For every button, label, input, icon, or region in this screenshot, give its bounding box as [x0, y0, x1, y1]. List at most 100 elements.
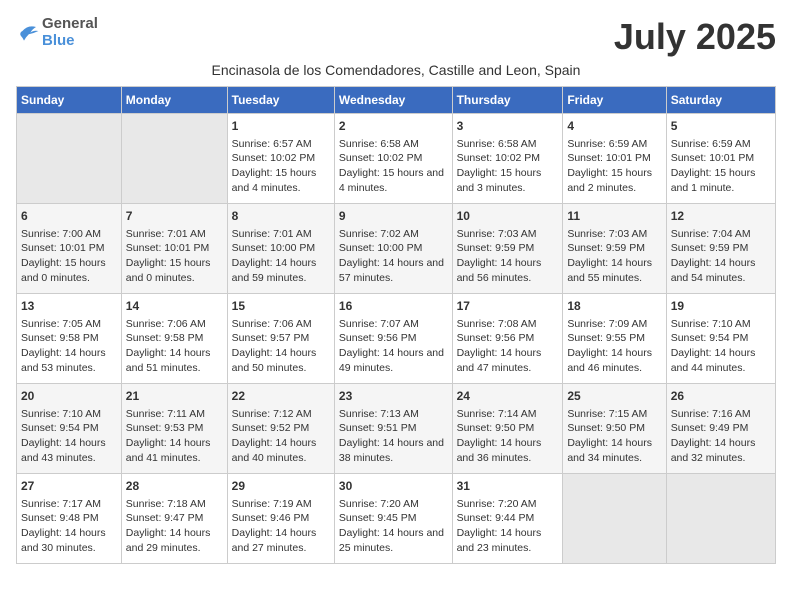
- cell-content: Sunrise: 7:04 AM: [671, 227, 771, 242]
- cell-content: Sunset: 9:47 PM: [126, 511, 223, 526]
- cell-content: Daylight: 14 hours and 25 minutes.: [339, 526, 448, 555]
- cell-content: Sunrise: 7:03 AM: [567, 227, 661, 242]
- cell-content: Sunset: 10:00 PM: [232, 241, 330, 256]
- cell-content: Sunrise: 7:19 AM: [232, 497, 330, 512]
- cell-content: Sunrise: 7:10 AM: [21, 407, 117, 422]
- cell-content: Sunset: 9:59 PM: [457, 241, 559, 256]
- cell-content: Sunrise: 7:13 AM: [339, 407, 448, 422]
- cell-content: Sunrise: 7:20 AM: [457, 497, 559, 512]
- cell-content: Daylight: 14 hours and 43 minutes.: [21, 436, 117, 465]
- cell-content: Daylight: 14 hours and 41 minutes.: [126, 436, 223, 465]
- logo-general: General: [42, 16, 98, 33]
- cell-content: Sunrise: 7:03 AM: [457, 227, 559, 242]
- calendar-week-row: 1Sunrise: 6:57 AMSunset: 10:02 PMDayligh…: [17, 114, 776, 204]
- calendar-cell: 13Sunrise: 7:05 AMSunset: 9:58 PMDayligh…: [17, 294, 122, 384]
- cell-content: Sunset: 9:50 PM: [457, 421, 559, 436]
- cell-content: Sunset: 9:49 PM: [671, 421, 771, 436]
- cell-content: Sunset: 9:59 PM: [671, 241, 771, 256]
- calendar-cell: 21Sunrise: 7:11 AMSunset: 9:53 PMDayligh…: [121, 384, 227, 474]
- cell-content: Sunrise: 7:11 AM: [126, 407, 223, 422]
- cell-content: Sunrise: 6:58 AM: [457, 137, 559, 152]
- cell-content: Daylight: 14 hours and 47 minutes.: [457, 346, 559, 375]
- cell-content: Sunset: 9:56 PM: [339, 331, 448, 346]
- day-number: 26: [671, 388, 771, 405]
- cell-content: Sunrise: 6:57 AM: [232, 137, 330, 152]
- calendar-cell: 7Sunrise: 7:01 AMSunset: 10:01 PMDayligh…: [121, 204, 227, 294]
- cell-content: Daylight: 14 hours and 44 minutes.: [671, 346, 771, 375]
- cell-content: Sunrise: 7:01 AM: [126, 227, 223, 242]
- calendar-cell: 28Sunrise: 7:18 AMSunset: 9:47 PMDayligh…: [121, 474, 227, 564]
- calendar-cell: 20 Sunrise: 7:10 AMSunset: 9:54 PMDayligh…: [17, 384, 122, 474]
- calendar-cell: [666, 474, 775, 564]
- cell-content: Sunrise: 7:05 AM: [21, 317, 117, 332]
- calendar-week-row: 20Sunrise: 7:10 AMSunset: 9:54 PMDayligh…: [17, 384, 776, 474]
- calendar-cell: [17, 114, 122, 204]
- cell-content: Sunset: 10:01 PM: [671, 151, 771, 166]
- day-number: 30: [339, 478, 448, 495]
- column-header-monday: Monday: [121, 87, 227, 114]
- cell-content: Daylight: 14 hours and 23 minutes.: [457, 526, 559, 555]
- day-number: 3: [457, 118, 559, 135]
- calendar-cell: 17Sunrise: 7:08 AMSunset: 9:56 PMDayligh…: [452, 294, 563, 384]
- cell-content: Sunset: 10:02 PM: [457, 151, 559, 166]
- cell-content: Sunrise: 6:58 AM: [339, 137, 448, 152]
- cell-content: Sunset: 9:48 PM: [21, 511, 117, 526]
- cell-content: Daylight: 14 hours and 53 minutes.: [21, 346, 117, 375]
- cell-content: Sunset: 9:52 PM: [232, 421, 330, 436]
- cell-content: Daylight: 14 hours and 27 minutes.: [232, 526, 330, 555]
- calendar-cell: 29Sunrise: 7:19 AMSunset: 9:46 PMDayligh…: [227, 474, 334, 564]
- cell-content: Sunrise: 7:18 AM: [126, 497, 223, 512]
- month-title: July 2025: [614, 16, 776, 58]
- cell-content: Sunrise: 7:07 AM: [339, 317, 448, 332]
- column-header-sunday: Sunday: [17, 87, 122, 114]
- cell-content: Sunset: 9:58 PM: [126, 331, 223, 346]
- calendar-cell: 30Sunrise: 7:20 AMSunset: 9:45 PMDayligh…: [334, 474, 452, 564]
- calendar-cell: 16Sunrise: 7:07 AMSunset: 9:56 PMDayligh…: [334, 294, 452, 384]
- cell-content: Daylight: 14 hours and 29 minutes.: [126, 526, 223, 555]
- day-number: 22: [232, 388, 330, 405]
- column-header-friday: Friday: [563, 87, 666, 114]
- calendar-cell: 25Sunrise: 7:15 AMSunset: 9:50 PMDayligh…: [563, 384, 666, 474]
- cell-content: Daylight: 14 hours and 56 minutes.: [457, 256, 559, 285]
- calendar-cell: 6Sunrise: 7:00 AMSunset: 10:01 PMDayligh…: [17, 204, 122, 294]
- calendar-cell: 15Sunrise: 7:06 AMSunset: 9:57 PMDayligh…: [227, 294, 334, 384]
- cell-content: Sunset: 9:54 PM: [21, 421, 117, 436]
- day-number: 15: [232, 298, 330, 315]
- day-number: 29: [232, 478, 330, 495]
- calendar-cell: 1Sunrise: 6:57 AMSunset: 10:02 PMDayligh…: [227, 114, 334, 204]
- cell-content: Daylight: 14 hours and 38 minutes.: [339, 436, 448, 465]
- cell-content: Daylight: 14 hours and 32 minutes.: [671, 436, 771, 465]
- day-number: 17: [457, 298, 559, 315]
- cell-content: Sunset: 9:57 PM: [232, 331, 330, 346]
- column-header-thursday: Thursday: [452, 87, 563, 114]
- calendar-cell: 4Sunrise: 6:59 AMSunset: 10:01 PMDayligh…: [563, 114, 666, 204]
- calendar-table: SundayMondayTuesdayWednesdayThursdayFrid…: [16, 86, 776, 564]
- calendar-cell: 8Sunrise: 7:01 AMSunset: 10:00 PMDayligh…: [227, 204, 334, 294]
- day-number: 14: [126, 298, 223, 315]
- day-number: 31: [457, 478, 559, 495]
- calendar-cell: 11Sunrise: 7:03 AMSunset: 9:59 PMDayligh…: [563, 204, 666, 294]
- cell-content: Daylight: 14 hours and 40 minutes.: [232, 436, 330, 465]
- cell-content: Sunrise: 7:02 AM: [339, 227, 448, 242]
- day-number: 5: [671, 118, 771, 135]
- cell-content: Sunset: 10:02 PM: [232, 151, 330, 166]
- calendar-week-row: 13Sunrise: 7:05 AMSunset: 9:58 PMDayligh…: [17, 294, 776, 384]
- day-number: 8: [232, 208, 330, 225]
- cell-content: Daylight: 15 hours and 2 minutes.: [567, 166, 661, 195]
- cell-content: Sunrise: 6:59 AM: [671, 137, 771, 152]
- day-number: 20: [21, 388, 117, 405]
- calendar-cell: 5Sunrise: 6:59 AMSunset: 10:01 PMDayligh…: [666, 114, 775, 204]
- cell-content: Daylight: 14 hours and 34 minutes.: [567, 436, 661, 465]
- cell-content: Sunrise: 7:17 AM: [21, 497, 117, 512]
- cell-content: Sunset: 10:00 PM: [339, 241, 448, 256]
- calendar-cell: 31Sunrise: 7:20 AMSunset: 9:44 PMDayligh…: [452, 474, 563, 564]
- calendar-cell: 12Sunrise: 7:04 AMSunset: 9:59 PMDayligh…: [666, 204, 775, 294]
- day-number: 25: [567, 388, 661, 405]
- day-number: 9: [339, 208, 448, 225]
- calendar-cell: [563, 474, 666, 564]
- cell-content: Sunset: 9:56 PM: [457, 331, 559, 346]
- calendar-header-row: SundayMondayTuesdayWednesdayThursdayFrid…: [17, 87, 776, 114]
- cell-content: Daylight: 14 hours and 49 minutes.: [339, 346, 448, 375]
- cell-content: Daylight: 15 hours and 4 minutes.: [339, 166, 448, 195]
- column-header-wednesday: Wednesday: [334, 87, 452, 114]
